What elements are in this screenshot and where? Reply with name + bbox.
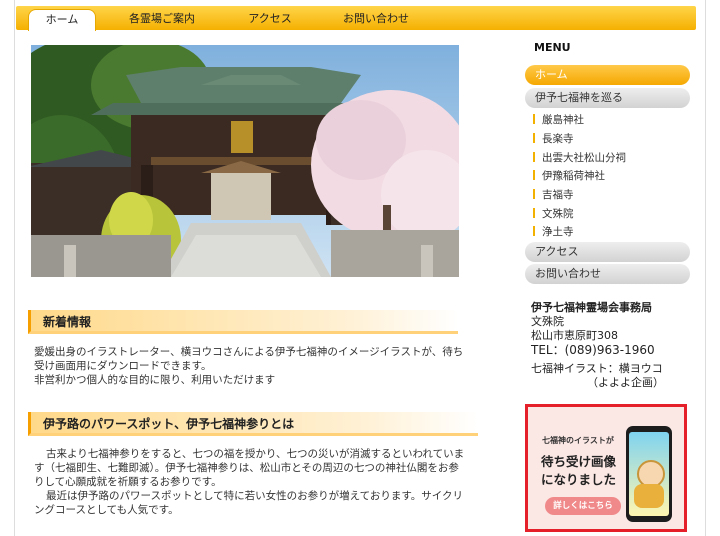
- office-place: 文殊院: [531, 315, 564, 328]
- about-line: 最近は伊予路のパワースポットとして特に若い女性のお参りが増えております。サイクリ: [46, 490, 464, 502]
- banner-line1: 七福神のイラストが: [542, 436, 614, 445]
- tab-temples-guide[interactable]: 各霊場ご案内: [116, 6, 208, 30]
- tab-contact[interactable]: お問い合わせ: [330, 6, 422, 30]
- sidebar-item-contact[interactable]: お問い合わせ: [525, 264, 690, 284]
- sidebar-temple-kichifukuji[interactable]: 吉福寺: [533, 187, 574, 202]
- banner-line2: 待ち受け画像: [541, 454, 617, 469]
- tab-home[interactable]: ホーム: [28, 9, 96, 31]
- office-address: 松山市恵原町308: [531, 329, 618, 342]
- about-line: ングコースとしても人気です。: [34, 504, 179, 516]
- about-line: 古来より七福神参りをすると、七つの福を授かり、七つの災いが消滅するといわれていま: [46, 448, 465, 460]
- sidebar-item-home[interactable]: ホーム: [525, 65, 690, 85]
- news-line: 受け画面用にダウンロードできます。: [34, 360, 212, 372]
- phone-illustration: [626, 426, 672, 522]
- hero-shrine-photo: [31, 45, 459, 277]
- sidebar-item-tour[interactable]: 伊予七福神を巡る: [525, 88, 690, 108]
- top-nav: ホーム 各霊場ご案内 アクセス お問い合わせ: [16, 6, 696, 31]
- office-tel: TEL：(089)963-1960: [531, 343, 655, 357]
- banner-details-button[interactable]: 詳しくはこちら: [545, 497, 621, 515]
- illustration-credit: 七福神イラスト：横ヨウコ: [531, 362, 663, 375]
- tab-access[interactable]: アクセス: [236, 6, 304, 30]
- office-name: 伊予七福神霊場会事務局: [531, 301, 652, 314]
- news-line: 非営利かつ個人的な目的に限り、利用いただけます: [34, 374, 276, 386]
- sidebar-temple-iyo-inari[interactable]: 伊豫稲荷神社: [533, 168, 605, 183]
- about-line: す（七福即生、七難即滅）。伊予七福神参りは、松山市とその周辺の七つの神社仏閣をお…: [34, 462, 459, 474]
- wallpaper-banner[interactable]: 七福神のイラストが 待ち受け画像 になりました 詳しくはこちら: [525, 404, 687, 532]
- sidebar-temple-jodoji[interactable]: 浄土寺: [533, 224, 574, 239]
- news-body: 愛媛出身のイラストレーター、横ヨウコさんによる伊予七福神のイメージイラストが、待…: [34, 345, 463, 387]
- sidebar-temple-itsukushima[interactable]: 厳島神社: [533, 112, 584, 127]
- sidebar-temple-izumo[interactable]: 出雲大社松山分祠: [533, 150, 626, 165]
- office-info: 伊予七福神霊場会事務局 文殊院 松山市恵原町308 TEL：(089)963-1…: [531, 301, 664, 390]
- about-heading: 伊予路のパワースポット、伊予七福神参りとは: [28, 412, 478, 436]
- about-line: りして心願成就を祈願するお参りです。: [34, 476, 222, 488]
- sidebar-temple-chorakuji[interactable]: 長楽寺: [533, 131, 574, 146]
- sidebar-item-access[interactable]: アクセス: [525, 242, 690, 262]
- about-body: 古来より七福神参りをすると、七つの福を授かり、七つの災いが消滅するといわれていま…: [34, 447, 464, 517]
- news-heading: 新着情報: [28, 310, 458, 334]
- news-line: 愛媛出身のイラストレーター、横ヨウコさんによる伊予七福神のイメージイラストが、待…: [34, 346, 464, 358]
- banner-line3: になりました: [541, 472, 617, 487]
- sidebar-temple-monjuin[interactable]: 文殊院: [533, 206, 574, 221]
- illustration-credit-company: （よよよ企画）: [587, 376, 664, 389]
- menu-title: MENU: [534, 41, 571, 54]
